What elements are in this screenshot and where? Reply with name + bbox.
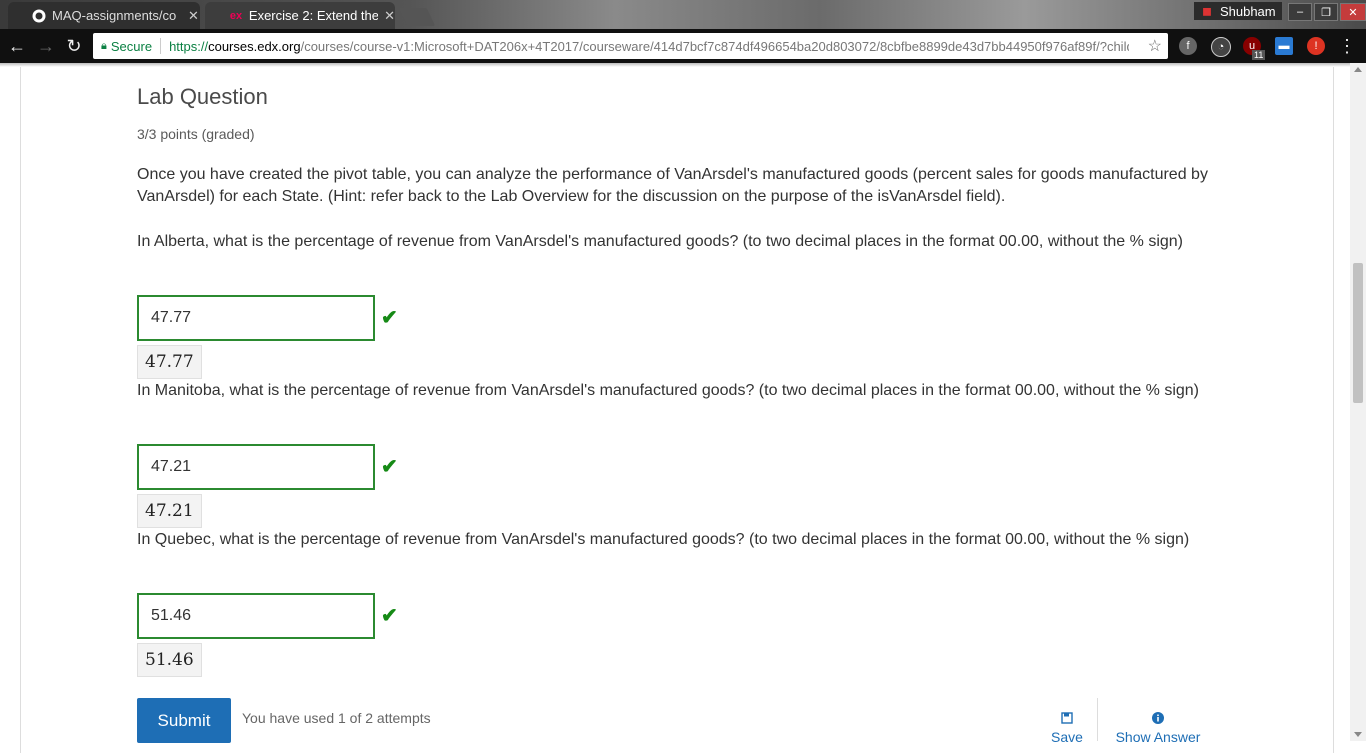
extension-icon[interactable]: f	[1179, 37, 1197, 55]
back-icon[interactable]: ←	[6, 35, 28, 57]
new-tab-button[interactable]	[398, 8, 436, 26]
question-alberta: In Alberta, what is the percentage of re…	[137, 233, 1183, 250]
floppy-disk-icon	[1047, 712, 1087, 727]
show-answer-label: Show Answer	[1115, 729, 1201, 745]
answer-input-alberta[interactable]: 47.77	[137, 295, 375, 341]
answer-preview: 51.46	[137, 643, 202, 677]
answer-input-manitoba[interactable]: 47.21	[137, 444, 375, 490]
tab-close-icon[interactable]: ✕	[384, 8, 395, 24]
reload-icon[interactable]: ↻	[63, 35, 85, 57]
window-extension-icon[interactable]: ▬	[1275, 37, 1293, 55]
scrollbar-thumb[interactable]	[1353, 263, 1363, 403]
info-icon	[1108, 712, 1208, 727]
restore-button[interactable]: ❐	[1314, 3, 1338, 21]
tab-title: Exercise 2: Extend the	[248, 8, 379, 23]
speedometer-icon[interactable]: ◔	[1211, 37, 1231, 57]
github-icon	[32, 9, 46, 23]
answer-preview: 47.21	[137, 494, 202, 528]
scroll-down-arrow-icon[interactable]	[1354, 732, 1362, 737]
extension-badge: 11	[1252, 50, 1266, 60]
secure-label: Secure	[110, 38, 153, 54]
save-button[interactable]: Save	[1047, 712, 1087, 745]
answer-preview: 47.77	[137, 345, 202, 379]
problem-title: Lab Question	[137, 84, 268, 109]
url-host: courses.edx.org	[208, 38, 301, 54]
address-bar[interactable]: 🔒︎ Secure https://courses.edx.org/course…	[93, 33, 1168, 59]
answer-input-quebec[interactable]: 51.46	[137, 593, 375, 639]
url-path: /courses/course-v1:Microsoft+DAT206x+4T2…	[300, 38, 1130, 54]
submit-button[interactable]: Submit	[137, 698, 231, 743]
tab-close-icon[interactable]: ✕	[188, 8, 199, 24]
browser-tab-strip: MAQ-assignments/co ✕ ex Exercise 2: Exte…	[0, 0, 1366, 29]
points-label: 3/3 points (graded)	[137, 126, 255, 142]
browser-tab-github[interactable]: MAQ-assignments/co ✕	[8, 2, 200, 29]
toolbar-shadow	[0, 63, 1366, 67]
profile-name: Shubham	[1219, 3, 1276, 19]
url-scheme: https://	[169, 38, 209, 54]
user-icon: ◼	[1202, 4, 1212, 18]
shield-extension-icon[interactable]: !	[1307, 37, 1325, 55]
forward-icon[interactable]: →	[35, 35, 57, 57]
menu-icon[interactable]: ⋮	[1336, 35, 1358, 57]
browser-toolbar: ← → ↻ 🔒︎ Secure https://courses.edx.org/…	[0, 29, 1366, 63]
profile-button[interactable]: ◼ Shubham	[1194, 2, 1282, 20]
divider	[1097, 698, 1098, 741]
show-answer-button[interactable]: Show Answer	[1108, 712, 1208, 745]
close-window-button[interactable]: ✕	[1340, 3, 1366, 21]
correct-check-icon: ✔	[381, 456, 398, 478]
bookmark-star-icon[interactable]: ☆	[1148, 36, 1162, 56]
problem-intro: Once you have created the pivot table, y…	[137, 166, 1208, 205]
page-scrollbar[interactable]	[1350, 63, 1366, 741]
correct-check-icon: ✔	[381, 605, 398, 627]
save-label: Save	[1051, 729, 1083, 745]
attempts-text: You have used 1 of 2 attempts	[242, 710, 431, 726]
divider	[160, 38, 162, 54]
correct-check-icon: ✔	[381, 307, 398, 329]
question-manitoba: In Manitoba, what is the percentage of r…	[137, 382, 1200, 399]
lock-icon: 🔒︎	[101, 39, 107, 52]
scroll-up-arrow-icon[interactable]	[1354, 67, 1362, 72]
minimize-button[interactable]: –	[1288, 3, 1312, 21]
browser-tab-edx[interactable]: ex Exercise 2: Extend the ✕	[205, 2, 395, 29]
tab-title: MAQ-assignments/co	[52, 8, 177, 23]
url-text: https://courses.edx.org/courses/course-v…	[169, 39, 1129, 54]
question-quebec: In Quebec, what is the percentage of rev…	[137, 531, 1190, 548]
edx-icon: ex	[229, 9, 243, 22]
